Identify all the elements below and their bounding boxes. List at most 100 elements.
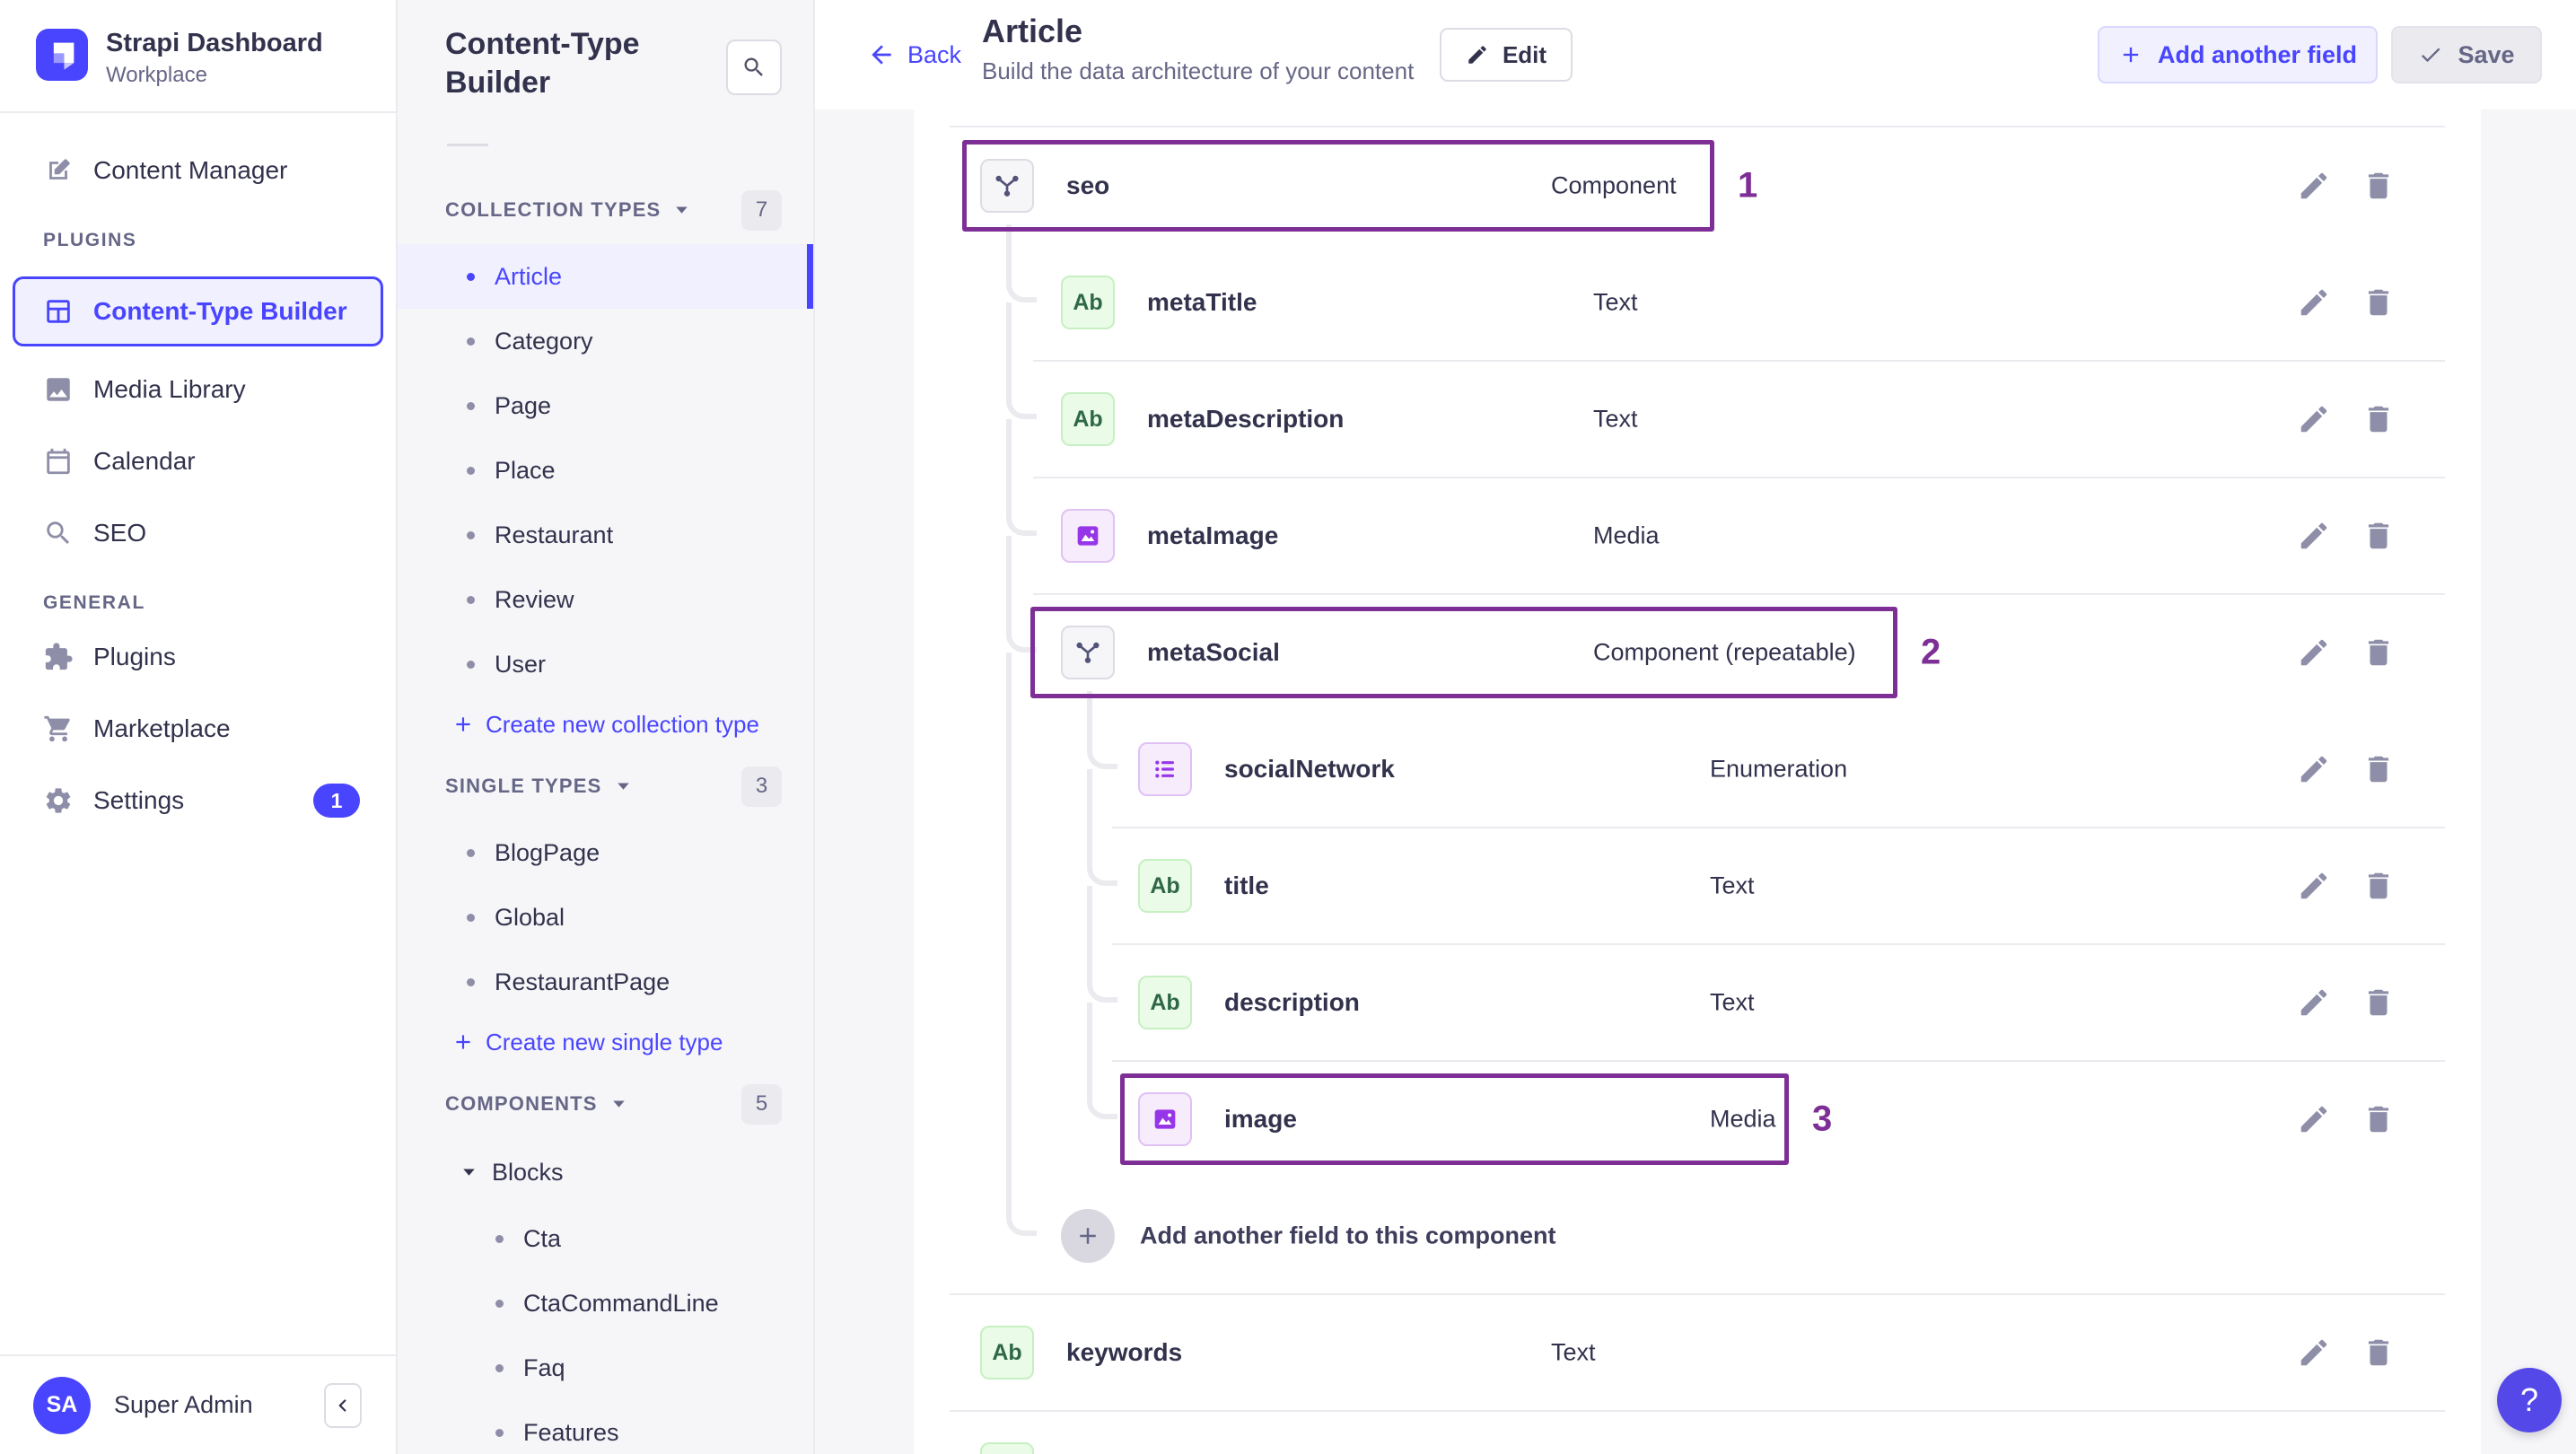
add-field-to-component-button[interactable] [1061,1209,1115,1263]
chevron-left-icon [333,1396,353,1415]
section-count-badge: 3 [741,766,782,807]
trash-icon [2361,285,2396,320]
trash-icon [2361,985,2396,1020]
delete-field-button[interactable] [2359,1450,2398,1454]
sidebar-item-content-manager[interactable]: Content Manager [0,142,396,199]
caret-down-icon [675,206,688,215]
component-category-blocks[interactable]: Blocks [398,1138,813,1206]
edit-field-button[interactable] [2294,516,2334,556]
plus-icon [2118,42,2143,67]
sidebar-item-blogpage[interactable]: BlogPage [398,820,813,885]
field-row-metarobots[interactable]: AbmetaRobotsText [914,1411,2481,1454]
sidebar-item-global[interactable]: Global [398,885,813,950]
sidebar-item-content-type-builder[interactable]: Content-Type Builder [13,276,383,346]
delete-field-button[interactable] [2359,749,2398,789]
cart-icon [43,714,74,744]
builder-sidebar: Content-Type Builder COLLECTION TYPES 7 Ar… [398,0,815,1454]
field-type: Component (repeatable) [1593,638,1856,666]
sidebar-item-seo[interactable]: SEO [0,504,396,562]
action-create-new-collection-type[interactable]: Create new collection type [398,696,813,752]
section-header-collection-types[interactable]: COLLECTION TYPES 7 [398,176,813,244]
edit-field-button[interactable] [2294,166,2334,206]
puzzle-icon [43,642,74,672]
sidebar-item-settings[interactable]: Settings 1 [0,772,396,829]
field-type-text-icon: Ab [980,1326,1034,1380]
sidebar-item-review[interactable]: Review [398,567,813,632]
edit-field-button[interactable] [2294,283,2334,322]
edit-field-button[interactable] [2294,1099,2334,1139]
field-row-seo[interactable]: seo Component [914,127,2481,244]
sidebar-item-label: Review [495,585,574,613]
field-row-metadescription[interactable]: Ab metaDescription Text [914,361,2481,477]
sidebar-item-faq[interactable]: Faq [398,1336,813,1400]
field-type-text-icon: Ab [1061,276,1115,329]
back-link[interactable]: Back [867,0,961,109]
section-header-single-types[interactable]: SINGLE TYPES 3 [398,752,813,820]
edit-field-button[interactable] [2294,866,2334,906]
pencil-icon [2297,1102,2331,1136]
field-row-title[interactable]: Ab title Text [914,828,2481,944]
sidebar-item-marketplace[interactable]: Marketplace [0,700,396,758]
field-row-image[interactable]: image Media [914,1061,2481,1178]
sidebar-item-article[interactable]: Article [398,244,813,309]
edit-field-button[interactable] [2294,983,2334,1022]
enum-icon [1151,755,1179,784]
edit-field-button[interactable] [2294,749,2334,789]
edit-field-button[interactable] [2294,1450,2334,1454]
section-header-label: SINGLE TYPES [445,775,602,797]
field-row-metasocial[interactable]: metaSocial Component (repeatable) [914,594,2481,711]
delete-field-button[interactable] [2359,1099,2398,1139]
sidebar-item-place[interactable]: Place [398,438,813,503]
field-type-text-icon: Ab [1061,392,1115,446]
sidebar-item-user[interactable]: User [398,632,813,696]
sidebar-item-ctacommandline[interactable]: CtaCommandLine [398,1271,813,1336]
field-row-metaimage[interactable]: metaImage Media [914,477,2481,594]
sidebar-item-calendar[interactable]: Calendar [0,433,396,490]
trash-icon [2361,169,2396,203]
bullet-icon [467,595,475,604]
section-header-label: COLLECTION TYPES [445,198,662,221]
sidebar-item-restaurantpage[interactable]: RestaurantPage [398,950,813,1014]
trash-icon [2361,869,2396,903]
delete-field-button[interactable] [2359,866,2398,906]
delete-field-button[interactable] [2359,516,2398,556]
section-count-badge: 5 [741,1083,782,1125]
action-create-new-single-type[interactable]: Create new single type [398,1014,813,1070]
edit-field-button[interactable] [2294,633,2334,672]
sidebar-item-restaurant[interactable]: Restaurant [398,503,813,567]
delete-field-button[interactable] [2359,283,2398,322]
section-header-components[interactable]: COMPONENTS 5 [398,1070,813,1138]
add-field-row[interactable]: Add another field to this component [914,1178,2481,1294]
field-type: Media [1710,1105,1776,1133]
field-row-description[interactable]: Ab description Text [914,944,2481,1061]
sidebar-item-page[interactable]: Page [398,373,813,438]
add-another-field-button[interactable]: Add another field [2098,26,2378,83]
bullet-icon [467,337,475,346]
help-button[interactable]: ? [2497,1368,2562,1432]
search-button[interactable] [726,39,782,95]
caret-down-icon [612,1099,626,1108]
sidebar-item-cta[interactable]: Cta [398,1206,813,1271]
delete-field-button[interactable] [2359,633,2398,672]
add-field-to-component-label[interactable]: Add another field to this component [1140,1222,1555,1250]
collapse-sidebar-button[interactable] [324,1382,362,1428]
edit-field-button[interactable] [2294,1333,2334,1372]
field-row-socialnetwork[interactable]: socialNetwork Enumeration [914,711,2481,828]
sidebar-item-features[interactable]: Features [398,1400,813,1454]
sidebar-item-category[interactable]: Category [398,309,813,373]
delete-field-button[interactable] [2359,1333,2398,1372]
field-row-metatitle[interactable]: Ab metaTitle Text [914,244,2481,361]
delete-field-button[interactable] [2359,399,2398,439]
field-type-media-icon [1138,1092,1192,1146]
field-row-keywords[interactable]: Ab keywords Text [914,1294,2481,1411]
edit-button[interactable]: Edit [1440,28,1573,82]
save-button[interactable]: Save [2391,26,2542,83]
delete-field-button[interactable] [2359,983,2398,1022]
edit-field-button[interactable] [2294,399,2334,439]
delete-field-button[interactable] [2359,166,2398,206]
bullet-icon [467,977,475,986]
sidebar-item-plugins[interactable]: Plugins [0,628,396,686]
sidebar-item-media-library[interactable]: Media Library [0,361,396,418]
field-type: Text [1710,988,1755,1016]
field-type: Component [1551,171,1677,199]
